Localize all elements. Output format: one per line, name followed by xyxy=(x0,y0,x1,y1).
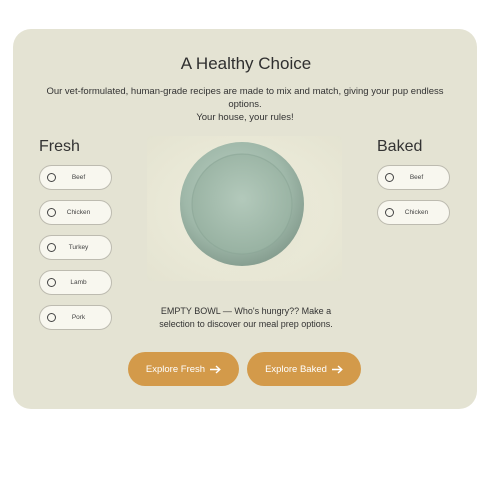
explore-fresh-button[interactable]: Explore Fresh xyxy=(128,352,239,386)
option-label: Beef xyxy=(409,174,424,181)
button-label: Explore Fresh xyxy=(145,363,206,375)
fresh-option-pork[interactable]: Pork xyxy=(39,305,112,330)
explore-baked-button[interactable]: Explore Baked xyxy=(247,352,361,386)
radio-unchecked-icon xyxy=(47,243,56,252)
fresh-option-turkey[interactable]: Turkey xyxy=(39,235,112,260)
fresh-option-lamb[interactable]: Lamb xyxy=(39,270,112,295)
button-label: Explore Baked xyxy=(265,363,327,375)
radio-unchecked-icon xyxy=(47,208,56,217)
intro-tagline: Your house, your rules! xyxy=(196,112,294,123)
page-title: A Healthy Choice xyxy=(180,54,312,73)
option-label: Chicken xyxy=(66,209,91,216)
baked-column-title: Baked xyxy=(377,138,423,155)
baked-option-chicken[interactable]: Chicken xyxy=(377,200,450,225)
radio-unchecked-icon xyxy=(385,173,394,182)
arrow-right-icon xyxy=(210,364,221,374)
radio-unchecked-icon xyxy=(47,313,56,322)
option-label: Chicken xyxy=(404,209,429,216)
fresh-option-beef[interactable]: Beef xyxy=(39,165,112,190)
fresh-option-chicken[interactable]: Chicken xyxy=(39,200,112,225)
bowl-icon xyxy=(180,142,320,280)
empty-bowl-image xyxy=(147,136,342,281)
option-label: Turkey xyxy=(68,244,89,251)
radio-unchecked-icon xyxy=(47,278,56,287)
option-label: Pork xyxy=(71,314,86,321)
option-label: Lamb xyxy=(70,279,87,286)
baked-option-beef[interactable]: Beef xyxy=(377,165,450,190)
option-label: Beef xyxy=(71,174,86,181)
fresh-column-title: Fresh xyxy=(39,138,80,155)
empty-bowl-message: EMPTY BOWL — Who's hungry?? Make a selec… xyxy=(159,306,333,329)
intro-description: Our vet-formulated, human-grade recipes … xyxy=(40,85,450,124)
intro-line: Our vet-formulated, human-grade recipes … xyxy=(46,86,444,110)
arrow-right-icon xyxy=(331,364,343,374)
radio-unchecked-icon xyxy=(385,208,394,217)
radio-unchecked-icon xyxy=(47,173,56,182)
